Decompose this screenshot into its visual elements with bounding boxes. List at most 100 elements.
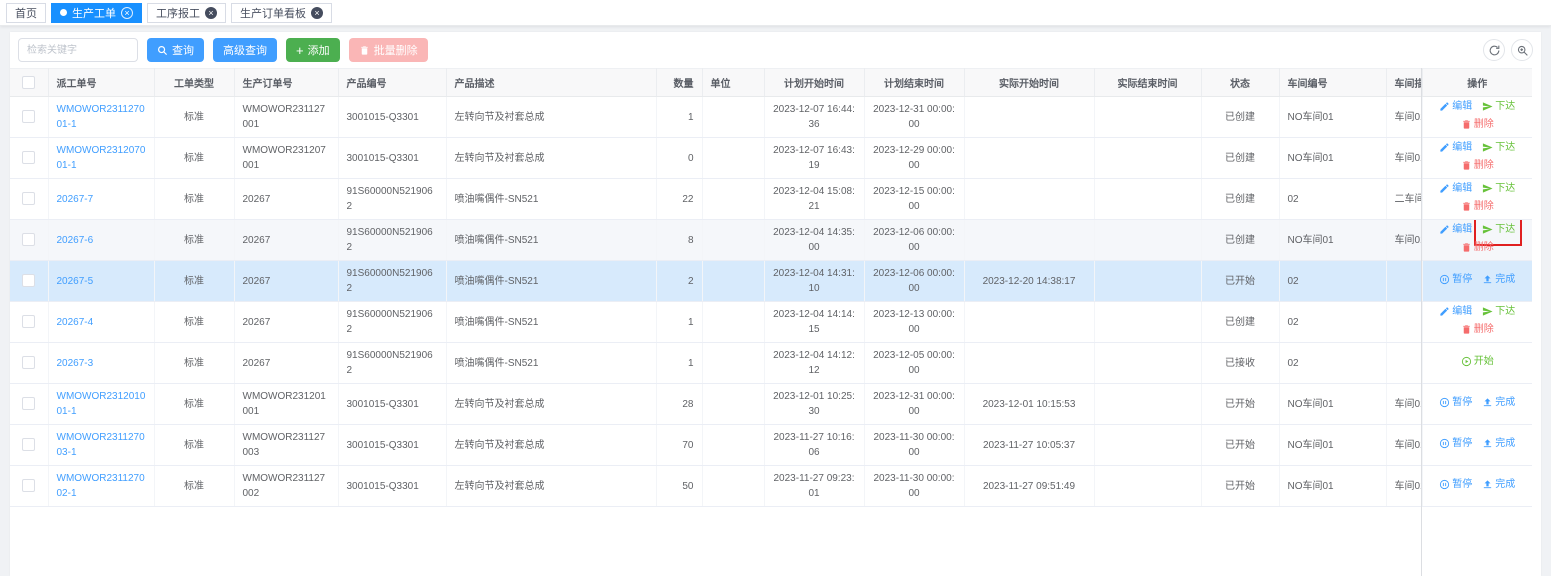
row-checkbox[interactable] bbox=[22, 397, 35, 410]
cell-actions: 开始 bbox=[1422, 343, 1532, 384]
tab-3[interactable]: 生产订单看板× bbox=[231, 3, 332, 23]
cell-product_code: 91S60000N5219062 bbox=[338, 302, 446, 343]
delete-action-button[interactable]: 删除 bbox=[1461, 240, 1494, 255]
cell-order_no: 20267-7 bbox=[48, 179, 154, 220]
pause-action-button[interactable]: 暂停 bbox=[1439, 436, 1472, 451]
edit-action-button[interactable]: 编辑 bbox=[1439, 181, 1472, 196]
cell-actual_start: 2023-12-01 10:15:53 bbox=[964, 384, 1094, 425]
search-button[interactable]: 查询 bbox=[147, 38, 204, 62]
row-checkbox[interactable] bbox=[22, 110, 35, 123]
search-button-label: 查询 bbox=[172, 42, 194, 58]
complete-action-button[interactable]: 完成 bbox=[1482, 436, 1515, 451]
work-order-link[interactable]: WMOWOR231127001-1 bbox=[57, 104, 145, 130]
pencil-icon bbox=[1439, 142, 1450, 153]
issue-action-button[interactable]: 下达 bbox=[1482, 304, 1515, 319]
table-row: WMOWOR231201001-1标准WMOWOR231201001300101… bbox=[10, 384, 1532, 425]
complete-action-button[interactable]: 完成 bbox=[1482, 395, 1515, 410]
tab-close-icon[interactable]: × bbox=[205, 7, 217, 19]
cell-production_order_no: 20267 bbox=[234, 343, 338, 384]
work-order-link[interactable]: 20267-6 bbox=[57, 235, 94, 246]
edit-action-button[interactable]: 编辑 bbox=[1439, 99, 1472, 114]
row-checkbox[interactable] bbox=[22, 233, 35, 246]
row-checkbox[interactable] bbox=[22, 479, 35, 492]
delete-action-button[interactable]: 删除 bbox=[1461, 158, 1494, 173]
issue-action-button[interactable]: 下达 bbox=[1482, 99, 1515, 114]
row-checkbox[interactable] bbox=[22, 356, 35, 369]
issue-action-button[interactable]: 下达 bbox=[1482, 140, 1515, 155]
advanced-search-button[interactable]: 高级查询 bbox=[213, 38, 277, 62]
cell-type: 标准 bbox=[154, 97, 234, 138]
batch-delete-button[interactable]: 批量删除 bbox=[349, 38, 428, 62]
row-checkbox[interactable] bbox=[22, 192, 35, 205]
edit-action-label: 编辑 bbox=[1452, 181, 1472, 196]
tab-2[interactable]: 工序报工 × bbox=[147, 3, 226, 23]
send-icon bbox=[1482, 224, 1493, 235]
tab-0[interactable]: 首页 bbox=[6, 3, 46, 23]
table-row: WMOWOR231207001-1标准WMOWOR231207001300101… bbox=[10, 138, 1532, 179]
work-order-link[interactable]: WMOWOR231201001-1 bbox=[57, 391, 146, 417]
add-button[interactable]: + 添加 bbox=[286, 38, 340, 62]
pause-action-button[interactable]: 暂停 bbox=[1439, 395, 1472, 410]
tab-label: 工序报工 bbox=[156, 5, 200, 21]
pencil-icon bbox=[1439, 306, 1450, 317]
edit-action-button[interactable]: 编辑 bbox=[1439, 222, 1472, 237]
cell-workshop_desc: 车间01 bbox=[1386, 425, 1422, 466]
cell-actions: 编辑下达删除 bbox=[1422, 302, 1532, 343]
row-checkbox[interactable] bbox=[22, 151, 35, 164]
tab-1[interactable]: 生产工单× bbox=[51, 3, 142, 23]
row-checkbox[interactable] bbox=[22, 315, 35, 328]
refresh-button[interactable] bbox=[1483, 39, 1505, 61]
delete-action-button[interactable]: 删除 bbox=[1461, 117, 1494, 132]
zoom-button[interactable] bbox=[1511, 39, 1533, 61]
cell-product_code: 91S60000N5219062 bbox=[338, 261, 446, 302]
complete-action-button[interactable]: 完成 bbox=[1482, 477, 1515, 492]
edit-action-button[interactable]: 编辑 bbox=[1439, 140, 1472, 155]
row-checkbox[interactable] bbox=[22, 274, 35, 287]
delete-action-button[interactable]: 删除 bbox=[1461, 199, 1494, 214]
select-all-checkbox[interactable] bbox=[22, 76, 35, 89]
pause-action-button[interactable]: 暂停 bbox=[1439, 477, 1472, 492]
cell-product_code: 3001015-Q3301 bbox=[338, 425, 446, 466]
start-action-button[interactable]: 开始 bbox=[1461, 354, 1494, 369]
complete-action-button[interactable]: 完成 bbox=[1482, 272, 1515, 287]
issue-action-button[interactable]: 下达 bbox=[1482, 181, 1515, 196]
send-icon bbox=[1482, 101, 1493, 112]
work-order-link[interactable]: 20267-3 bbox=[57, 358, 94, 369]
cell-actions: 编辑下达删除 bbox=[1422, 97, 1532, 138]
cell-type: 标准 bbox=[154, 343, 234, 384]
cell-plan_start: 2023-12-04 15:08:21 bbox=[764, 179, 864, 220]
delete-action-button[interactable]: 删除 bbox=[1461, 322, 1494, 337]
tab-close-icon[interactable]: × bbox=[311, 7, 323, 19]
row-checkbox[interactable] bbox=[22, 438, 35, 451]
work-order-link[interactable]: WMOWOR231127002-1 bbox=[57, 473, 145, 499]
cell-workshop_code: NO车间01 bbox=[1279, 220, 1386, 261]
work-order-link[interactable]: 20267-5 bbox=[57, 276, 94, 287]
work-order-link[interactable]: WMOWOR231127003-1 bbox=[57, 432, 145, 458]
cell-check bbox=[10, 302, 48, 343]
issue-action-button[interactable]: 下达 bbox=[1482, 222, 1515, 237]
cell-qty: 50 bbox=[656, 466, 702, 507]
table-row: WMOWOR231127002-1标准WMOWOR231127002300101… bbox=[10, 466, 1532, 507]
delete-action-label: 删除 bbox=[1474, 117, 1494, 132]
upload-icon bbox=[1482, 274, 1493, 285]
cell-product_desc: 喷油嘴偶件-SN521 bbox=[446, 220, 656, 261]
cell-plan_end: 2023-11-30 00:00:00 bbox=[864, 466, 964, 507]
plus-icon: + bbox=[296, 44, 304, 57]
add-button-label: 添加 bbox=[308, 42, 330, 58]
cell-unit bbox=[702, 179, 764, 220]
cell-product_desc: 左转向节及衬套总成 bbox=[446, 466, 656, 507]
column-header-order_no: 派工单号 bbox=[48, 69, 154, 97]
cell-product_desc: 左转向节及衬套总成 bbox=[446, 138, 656, 179]
work-order-link[interactable]: WMOWOR231207001-1 bbox=[57, 145, 146, 171]
pencil-icon bbox=[1439, 224, 1450, 235]
cell-qty: 2 bbox=[656, 261, 702, 302]
edit-action-button[interactable]: 编辑 bbox=[1439, 304, 1472, 319]
tab-close-icon[interactable]: × bbox=[121, 7, 133, 19]
pause-action-button[interactable]: 暂停 bbox=[1439, 272, 1472, 287]
work-order-link[interactable]: 20267-4 bbox=[57, 317, 94, 328]
cell-workshop_desc: 二车间 bbox=[1386, 179, 1422, 220]
cell-product_code: 91S60000N5219062 bbox=[338, 343, 446, 384]
search-input[interactable] bbox=[18, 38, 138, 62]
cell-plan_end: 2023-12-13 00:00:00 bbox=[864, 302, 964, 343]
work-order-link[interactable]: 20267-7 bbox=[57, 194, 94, 205]
